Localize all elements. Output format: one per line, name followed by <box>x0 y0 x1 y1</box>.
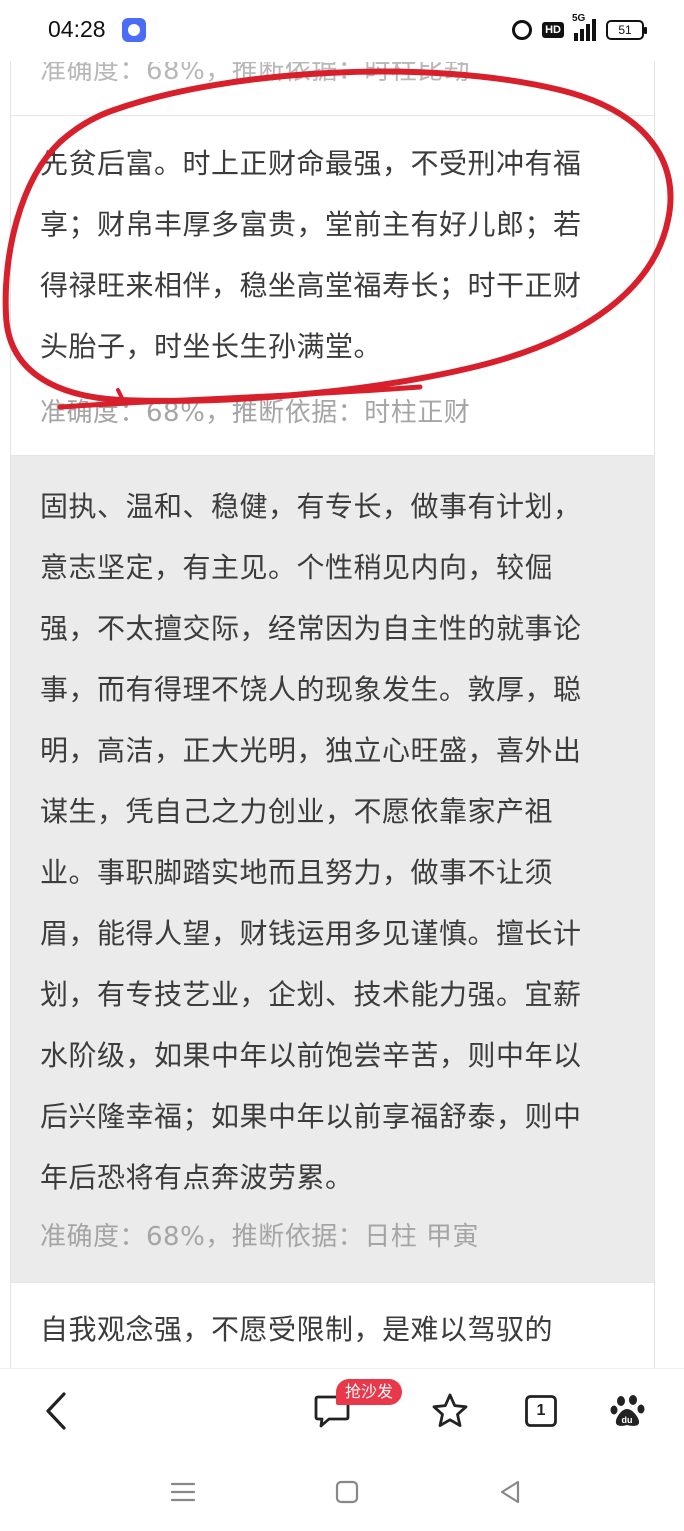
text-line: 自我观念强，不愿受限制，是难以驾驭的 <box>40 1313 554 1346</box>
text-line: 固执、温和、稳健，有专长，做事有计划， <box>40 490 582 523</box>
tab-count: 1 <box>536 1402 546 1419</box>
comment-badge: 抢沙发 <box>336 1379 403 1405</box>
text-line: 划，有专技艺业，企划、技术能力强。宜薪 <box>40 978 582 1011</box>
back-arrow-icon <box>46 1392 66 1430</box>
hd-icon: HD <box>542 22 564 38</box>
text-line: 先贫后富。时上正财命最强，不受刑冲有福 <box>40 147 582 180</box>
card-meta: 准确度：68%，推断依据：时柱正财 <box>40 398 471 428</box>
favorite-button[interactable] <box>430 1389 470 1433</box>
battery-level: 51 <box>618 23 632 37</box>
baidu-paw-icon: du <box>610 1395 645 1426</box>
svg-text:du: du <box>622 1415 633 1425</box>
card-text: 自我观念强，不愿受限制，是难以驾驭的 <box>40 1299 630 1360</box>
content-border <box>654 62 655 1368</box>
status-time: 04:28 <box>48 16 106 42</box>
card-text: 先贫后富。时上正财命最强，不受刑冲有福 享；财帛丰厚多富贵，堂前主有好儿郎；若 … <box>40 133 630 377</box>
text-line: 眉，能得人望，财钱运用多见谨慎。擅长计 <box>40 917 582 950</box>
analysis-card-highlighted: 先贫后富。时上正财命最强，不受刑冲有福 享；财帛丰厚多富贵，堂前主有好儿郎；若 … <box>10 116 654 456</box>
text-line: 明，高洁，正大光明，独立心旺盛，喜外出 <box>40 734 582 767</box>
content-border <box>10 62 11 1368</box>
system-back-button[interactable] <box>490 1472 530 1512</box>
home-icon <box>335 1480 359 1504</box>
text-line: 后兴隆幸福；如果中年以前享福舒泰，则中 <box>40 1100 582 1133</box>
text-line: 头胎子，时坐长生孙满堂。 <box>40 330 383 363</box>
system-nav-bar <box>0 1448 684 1531</box>
analysis-card-active: 固执、温和、稳健，有专长，做事有计划， 意志坚定，有主见。个性稍见内向，较倔 强… <box>10 456 654 1283</box>
status-indicators: HD 5G 51 <box>512 13 647 44</box>
card-text: 固执、温和、稳健，有专长，做事有计划， 意志坚定，有主见。个性稍见内向，较倔 强… <box>40 476 630 1208</box>
baidu-button[interactable]: du <box>608 1389 648 1433</box>
text-line: 享；财帛丰厚多富贵，堂前主有好儿郎；若 <box>40 208 582 241</box>
home-button[interactable] <box>327 1472 367 1512</box>
app-notification-icon <box>122 18 146 42</box>
text-line: 谋生，凭自己之力创业，不愿依靠家产祖 <box>40 795 554 828</box>
status-bar: 04:28 HD 5G 51 <box>0 0 684 62</box>
menu-icon <box>170 1482 196 1502</box>
text-line: 强，不太擅交际，经常因为自主性的就事论 <box>40 612 582 645</box>
text-line: 事，而有得理不饶人的现象发生。敦厚，聪 <box>40 673 582 706</box>
text-line: 意志坚定，有主见。个性稍见内向，较倔 <box>40 551 554 584</box>
text-line: 业。事职脚踏实地而且努力，做事不让须 <box>40 856 554 889</box>
back-button[interactable] <box>38 1389 74 1433</box>
article-content[interactable]: 准确度：68%，推断依据：时柱比劫 先贫后富。时上正财命最强，不受刑冲有福 享；… <box>10 0 654 1368</box>
card-meta: 准确度：68%，推断依据：日柱 甲寅 <box>40 1222 480 1252</box>
analysis-card: 自我观念强，不愿受限制，是难以驾驭的 <box>10 1283 654 1368</box>
text-line: 水阶级，如果中年以前饱尝辛苦，则中年以 <box>40 1039 582 1072</box>
star-icon <box>432 1393 468 1427</box>
text-line: 年后恐将有点奔波劳累。 <box>40 1161 354 1194</box>
menu-button[interactable] <box>163 1472 203 1512</box>
battery-icon: 51 <box>606 20 647 40</box>
network-type-label: 5G <box>572 13 586 24</box>
tabs-button[interactable]: 1 <box>522 1389 560 1433</box>
text-line: 得禄旺来相伴，稳坐高堂福寿长；时干正财 <box>40 269 582 302</box>
alarm-icon <box>512 20 533 40</box>
signal-icon: 5G <box>572 13 596 41</box>
back-triangle-icon <box>500 1480 520 1504</box>
